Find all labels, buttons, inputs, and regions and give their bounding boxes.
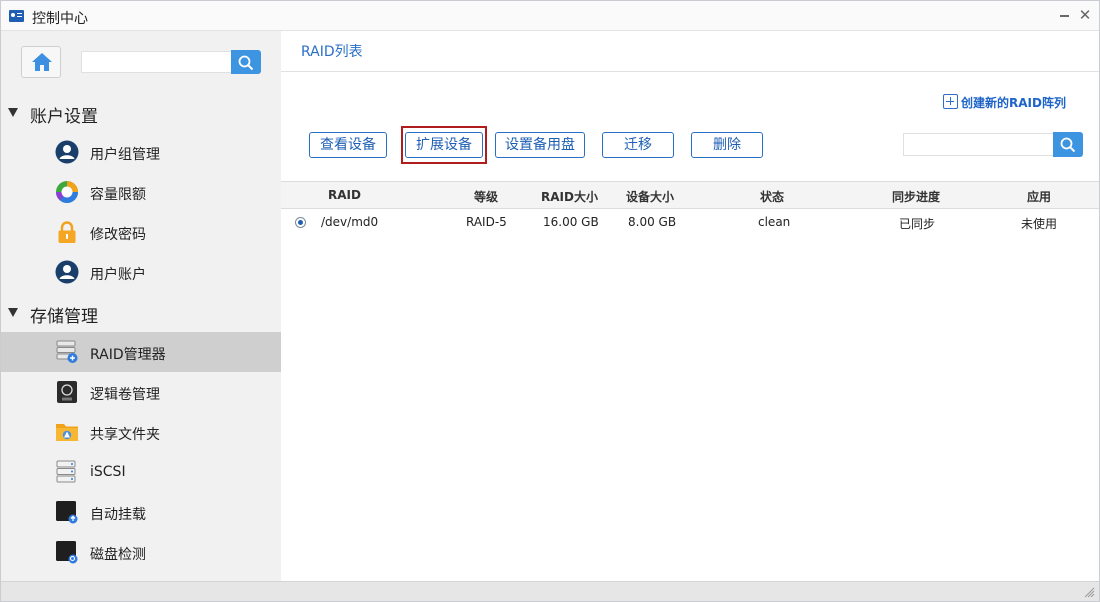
caret-down-icon bbox=[8, 108, 18, 117]
sidebar-search-button[interactable] bbox=[231, 50, 261, 74]
column-header[interactable]: 状态 bbox=[760, 188, 784, 205]
column-header[interactable]: RAID大小 bbox=[541, 188, 598, 205]
control-center-window: 控制中心 ✕ 账户设置 用户组管理 容量限额 修改密码 用户账户 存储管理 RA… bbox=[0, 0, 1100, 602]
main-panel: RAID列表 创建新的RAID阵列 查看设备 扩展设备 设置备用盘 迁移 删除 … bbox=[281, 31, 1099, 581]
column-header[interactable]: 应用 bbox=[1027, 188, 1051, 205]
search-icon bbox=[238, 55, 254, 71]
plus-icon bbox=[943, 94, 958, 109]
user-group-icon bbox=[55, 140, 79, 164]
sidebar-item-user-account[interactable]: 用户账户 bbox=[1, 252, 281, 292]
column-header[interactable]: 同步进度 bbox=[892, 188, 940, 205]
home-button[interactable] bbox=[21, 46, 61, 78]
title-bar: 控制中心 ✕ bbox=[1, 1, 1099, 31]
sidebar-item-raid-manager[interactable]: RAID管理器 bbox=[1, 332, 281, 372]
automount-icon bbox=[56, 501, 78, 524]
table-cell: 未使用 bbox=[1021, 217, 1058, 231]
sidebar-group-storage[interactable]: 存储管理 bbox=[1, 297, 281, 327]
table-cell: /dev/md0 bbox=[321, 215, 379, 229]
sidebar-group-label: 账户设置 bbox=[30, 107, 98, 127]
minimize-button[interactable] bbox=[1057, 7, 1073, 23]
table-header: RAID 等级 RAID大小 设备大小 状态 同步进度 应用 bbox=[281, 181, 1099, 209]
lock-icon bbox=[58, 221, 76, 243]
sidebar-group-label: 存储管理 bbox=[30, 307, 98, 327]
tab-raid-list[interactable]: RAID列表 bbox=[301, 41, 363, 61]
table-cell: clean bbox=[758, 215, 791, 229]
view-device-button[interactable]: 查看设备 bbox=[309, 132, 387, 158]
sidebar-item-user-group[interactable]: 用户组管理 bbox=[1, 132, 281, 172]
sidebar-item-label: 用户组管理 bbox=[90, 147, 160, 163]
shared-folder-icon bbox=[56, 424, 78, 441]
window-title: 控制中心 bbox=[32, 11, 88, 27]
sidebar-item-shared-folder[interactable]: 共享文件夹 bbox=[1, 412, 281, 452]
sidebar-item-label: 修改密码 bbox=[90, 227, 146, 243]
sidebar-item-automount[interactable]: 自动挂载 bbox=[1, 492, 281, 532]
lvm-icon bbox=[57, 381, 77, 403]
sidebar-item-label: RAID管理器 bbox=[90, 347, 166, 363]
table-cell: 已同步 bbox=[899, 217, 936, 231]
sidebar-item-label: 自动挂载 bbox=[90, 507, 146, 523]
home-icon bbox=[32, 53, 52, 71]
search-icon bbox=[1060, 137, 1076, 153]
sidebar-item-label: 磁盘检测 bbox=[90, 547, 146, 563]
sidebar-item-iscsi[interactable]: iSCSI bbox=[1, 452, 281, 492]
table-cell: 16.00 GB bbox=[543, 215, 599, 229]
raid-search-input[interactable] bbox=[903, 133, 1054, 156]
create-raid-label: 创建新的RAID阵列 bbox=[961, 96, 1066, 110]
sidebar-item-label: 逻辑卷管理 bbox=[90, 387, 160, 403]
sidebar-item-label: 容量限额 bbox=[90, 187, 146, 203]
row-select-radio[interactable] bbox=[295, 217, 306, 228]
sidebar-item-more[interactable] bbox=[1, 572, 281, 581]
sidebar-item-lvm[interactable]: 逻辑卷管理 bbox=[1, 372, 281, 412]
sidebar-item-quota[interactable]: 容量限额 bbox=[1, 172, 281, 212]
sidebar-item-label: iSCSI bbox=[90, 464, 126, 480]
close-button[interactable]: ✕ bbox=[1077, 7, 1093, 23]
column-header[interactable]: RAID bbox=[328, 188, 361, 202]
user-account-icon bbox=[55, 260, 79, 284]
migrate-button[interactable]: 迁移 bbox=[602, 132, 674, 158]
expand-device-button[interactable]: 扩展设备 bbox=[405, 132, 483, 158]
sidebar-item-label: 用户账户 bbox=[90, 267, 146, 283]
sidebar-item-label: 共享文件夹 bbox=[90, 427, 160, 443]
divider bbox=[281, 71, 1099, 72]
sidebar-item-change-password[interactable]: 修改密码 bbox=[1, 212, 281, 252]
quota-pie-icon bbox=[55, 181, 79, 204]
column-header[interactable]: 等级 bbox=[474, 188, 498, 205]
table-cell: RAID-5 bbox=[466, 215, 507, 229]
column-header[interactable]: 设备大小 bbox=[626, 188, 674, 205]
disk-check-icon bbox=[56, 541, 78, 564]
raid-manager-icon bbox=[56, 340, 78, 363]
resize-grip-icon[interactable] bbox=[1083, 586, 1095, 598]
raid-search-button[interactable] bbox=[1053, 132, 1083, 157]
table-cell: 8.00 GB bbox=[628, 215, 677, 229]
caret-down-icon bbox=[8, 308, 18, 317]
iscsi-icon bbox=[56, 460, 76, 483]
sidebar: 账户设置 用户组管理 容量限额 修改密码 用户账户 存储管理 RAID管理器 逻… bbox=[1, 31, 281, 581]
delete-button[interactable]: 删除 bbox=[691, 132, 763, 158]
app-icon bbox=[9, 10, 24, 22]
sidebar-item-disk-check[interactable]: 磁盘检测 bbox=[1, 532, 281, 572]
sidebar-search-input[interactable] bbox=[81, 51, 231, 73]
status-bar bbox=[1, 581, 1099, 601]
table-row[interactable]: /dev/md0 RAID-5 16.00 GB 8.00 GB clean 已… bbox=[281, 209, 1099, 235]
sidebar-group-account-settings[interactable]: 账户设置 bbox=[1, 97, 281, 127]
set-spare-disk-button[interactable]: 设置备用盘 bbox=[495, 132, 585, 158]
